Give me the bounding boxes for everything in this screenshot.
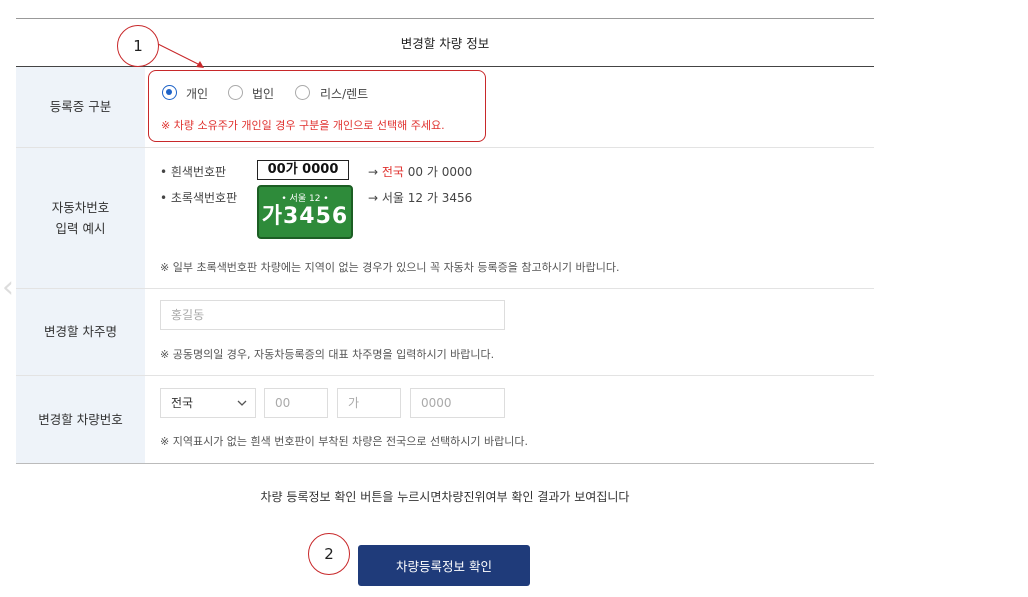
check-registration-button-label: 차량등록정보 확인 (396, 559, 492, 574)
annotation-marker-1-text: 1 (133, 37, 143, 55)
info-text: 차량 등록정보 확인 버튼을 누르시면차량진위여부 확인 결과가 보여집니다 (260, 490, 630, 504)
label-registration-type-text: 등록증 구분 (49, 99, 112, 115)
label-registration-type: 등록증 구분 (16, 67, 145, 147)
row-divider (16, 375, 874, 376)
annotation-marker-1: 1 (117, 25, 159, 67)
white-plate-arrow: → 전국 00 가 0000 (368, 163, 472, 180)
annotation-marker-2-text: 2 (324, 545, 334, 563)
chevron-down-icon (237, 400, 247, 406)
car-number-suffix-placeholder: 0000 (421, 396, 452, 410)
white-plate-example: 00가 0000 (257, 160, 349, 180)
annotation-arrow (153, 41, 204, 68)
label-car-number-text: 변경할 차량번호 (38, 411, 123, 427)
plate-example-note: ※ 일부 초록색번호판 차량에는 지역이 없는 경우가 있으니 꼭 자동차 등록… (160, 261, 620, 274)
label-plate-example-line2: 입력 예시 (55, 221, 106, 236)
white-plate-arrow-rest: 00 가 0000 (403, 165, 473, 179)
green-plate-top: • 서울 12 • (281, 194, 329, 204)
annotation-highlight-box (148, 70, 486, 142)
owner-name-input[interactable]: 홍길동 (160, 300, 505, 330)
region-select-value: 전국 (171, 396, 194, 410)
white-plate-label: • 흰색번호판 (160, 165, 227, 179)
table-top-border (16, 18, 874, 19)
label-owner-name: 변경할 차주명 (16, 289, 145, 375)
green-plate-example: • 서울 12 • 가3456 (257, 185, 353, 239)
label-plate-example-line1: 자동차번호 (51, 199, 110, 215)
car-number-note: ※ 지역표시가 없는 흰색 번호판이 부착된 차량은 전국으로 선택하시기 바랍… (160, 435, 529, 448)
car-number-prefix-input[interactable]: 00 (264, 388, 328, 418)
check-registration-button[interactable]: 차량등록정보 확인 (358, 545, 530, 586)
label-car-number: 변경할 차량번호 (16, 376, 145, 463)
label-owner-name-text: 변경할 차주명 (44, 324, 117, 340)
car-number-suffix-input[interactable]: 0000 (410, 388, 505, 418)
green-plate-bottom: 가3456 (261, 204, 349, 229)
region-select[interactable]: 전국 (160, 388, 256, 418)
row-divider (16, 147, 874, 148)
chevron-left-icon[interactable]: ‹ (2, 270, 14, 305)
car-number-prefix-placeholder: 00 (275, 396, 291, 410)
annotation-marker-2: 2 (308, 533, 350, 575)
table-bottom-border (16, 463, 874, 464)
white-plate-arrow-red: 전국 (381, 165, 404, 179)
label-plate-example: 자동차번호 입력 예시 (16, 148, 145, 288)
car-number-char-input[interactable]: 가 (337, 388, 401, 418)
white-plate-arrow-prefix: → (368, 165, 382, 179)
owner-name-placeholder: 홍길동 (171, 308, 205, 322)
row-divider (16, 288, 874, 289)
green-plate-label: • 초록색번호판 (160, 191, 238, 205)
green-plate-arrow: → 서울 12 가 3456 (368, 191, 473, 205)
owner-name-note: ※ 공동명의일 경우, 자동차등록증의 대표 차주명을 입력하시기 바랍니다. (160, 348, 495, 361)
car-number-char-placeholder: 가 (348, 396, 360, 410)
white-plate-text: 00가 0000 (267, 162, 339, 177)
